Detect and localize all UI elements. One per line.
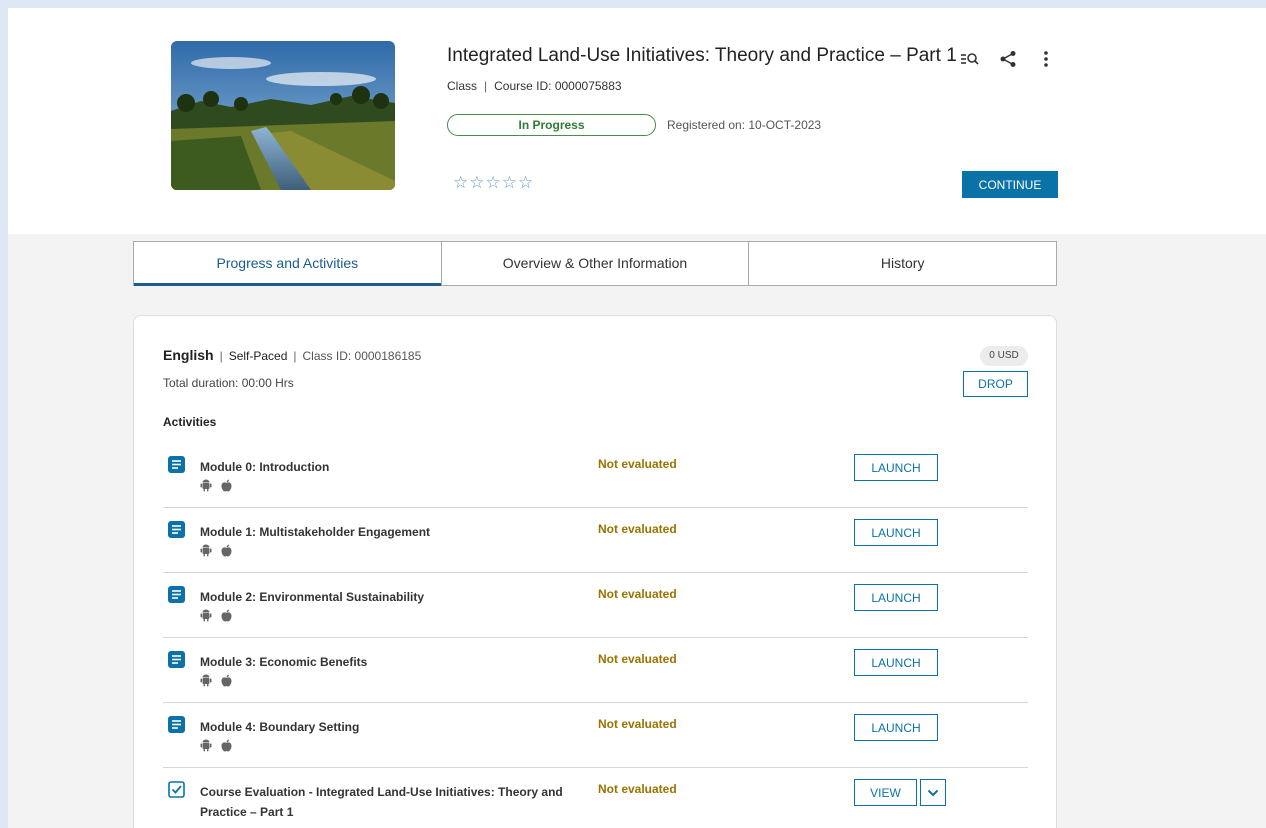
activity-row: Module 3: Economic Benefits Not evaluate… xyxy=(163,638,1028,703)
android-icon xyxy=(200,674,212,687)
activity-name[interactable]: Course Evaluation - Integrated Land-Use … xyxy=(200,782,580,822)
continue-button[interactable]: CONTINUE xyxy=(962,171,1058,198)
activity-name[interactable]: Module 3: Economic Benefits xyxy=(200,652,580,672)
header-actions xyxy=(958,48,1058,70)
platform-icons xyxy=(200,479,232,492)
launch-button[interactable]: LAUNCH xyxy=(854,454,938,481)
course-thumbnail xyxy=(171,41,395,190)
total-duration: Total duration: 00:00 Hrs xyxy=(163,376,294,390)
platform-icons xyxy=(200,739,232,752)
activity-row: Course Evaluation - Integrated Land-Use … xyxy=(163,768,1028,828)
activity-status: Not evaluated xyxy=(598,457,677,471)
course-title: Integrated Land-Use Initiatives: Theory … xyxy=(447,45,957,66)
android-icon xyxy=(200,544,212,557)
drop-button[interactable]: DROP xyxy=(963,371,1028,397)
star-icon[interactable]: ☆ xyxy=(453,174,468,191)
activity-row: Module 2: Environmental Sustainability N… xyxy=(163,573,1028,638)
view-button[interactable]: VIEW xyxy=(854,779,917,806)
tab-overview[interactable]: Overview & Other Information xyxy=(442,242,750,285)
status-badge: In Progress xyxy=(447,114,656,136)
activity-status: Not evaluated xyxy=(598,717,677,731)
tab-bar: Progress and Activities Overview & Other… xyxy=(133,241,1057,286)
price-badge: 0 USD xyxy=(980,346,1028,366)
separator: | xyxy=(219,349,223,363)
course-type: Class xyxy=(447,79,478,93)
star-icon[interactable]: ☆ xyxy=(486,174,501,191)
separator: | xyxy=(484,79,488,93)
document-icon xyxy=(168,586,185,603)
class-card: English | Self-Paced | Class ID: 0000186185 … xyxy=(133,315,1057,828)
class-pace: Self-Paced xyxy=(228,349,288,363)
rating-stars[interactable]: ☆ ☆ ☆ ☆ ☆ xyxy=(453,174,533,191)
apple-icon xyxy=(221,609,232,622)
star-icon[interactable]: ☆ xyxy=(502,174,517,191)
class-meta: English | Self-Paced | Class ID: 0000186185 xyxy=(163,347,421,363)
activity-row: Module 0: Introduction Not evaluated LAU… xyxy=(163,443,1028,508)
apple-icon xyxy=(221,739,232,752)
app-frame: Integrated Land-Use Initiatives: Theory … xyxy=(8,8,1266,828)
activity-status: Not evaluated xyxy=(598,652,677,666)
activity-name[interactable]: Module 0: Introduction xyxy=(200,457,580,477)
course-subline: Class | Course ID: 0000075883 xyxy=(447,79,622,93)
document-icon xyxy=(168,456,185,473)
activity-name[interactable]: Module 2: Environmental Sustainability xyxy=(200,587,580,607)
launch-button[interactable]: LAUNCH xyxy=(854,584,938,611)
registered-date: Registered on: 10-OCT-2023 xyxy=(667,118,822,132)
class-language: English xyxy=(163,347,214,363)
apple-icon xyxy=(221,479,232,492)
platform-icons xyxy=(200,609,232,622)
launch-button[interactable]: LAUNCH xyxy=(854,714,938,741)
checkbox-icon xyxy=(168,781,185,798)
android-icon xyxy=(200,479,212,492)
android-icon xyxy=(200,739,212,752)
separator: | xyxy=(293,349,297,363)
document-icon xyxy=(168,716,185,733)
course-header: Integrated Land-Use Initiatives: Theory … xyxy=(8,8,1266,234)
document-icon xyxy=(168,651,185,668)
course-id: Course ID: 0000075883 xyxy=(494,79,622,93)
platform-icons xyxy=(200,544,232,557)
activity-row: Module 1: Multistakeholder Engagement No… xyxy=(163,508,1028,573)
apple-icon xyxy=(221,674,232,687)
search-list-icon[interactable] xyxy=(958,48,982,70)
activity-row: Module 4: Boundary Setting Not evaluated… xyxy=(163,703,1028,768)
platform-icons xyxy=(200,674,232,687)
apple-icon xyxy=(221,544,232,557)
star-icon[interactable]: ☆ xyxy=(469,174,484,191)
activities-heading: Activities xyxy=(163,415,217,429)
activity-name[interactable]: Module 4: Boundary Setting xyxy=(200,717,580,737)
launch-button[interactable]: LAUNCH xyxy=(854,649,938,676)
view-dropdown-button[interactable] xyxy=(920,779,946,806)
tab-history[interactable]: History xyxy=(749,242,1056,285)
chevron-down-icon xyxy=(927,789,939,796)
activity-status: Not evaluated xyxy=(598,587,677,601)
activity-name[interactable]: Module 1: Multistakeholder Engagement xyxy=(200,522,580,542)
activity-status: Not evaluated xyxy=(598,782,677,796)
document-icon xyxy=(168,521,185,538)
android-icon xyxy=(200,609,212,622)
activities-list: Module 0: Introduction Not evaluated LAU… xyxy=(163,443,1028,828)
activity-status: Not evaluated xyxy=(598,522,677,536)
more-vert-icon[interactable] xyxy=(1034,48,1058,70)
star-icon[interactable]: ☆ xyxy=(518,174,533,191)
launch-button[interactable]: LAUNCH xyxy=(854,519,938,546)
tab-progress-activities[interactable]: Progress and Activities xyxy=(134,242,442,286)
share-icon[interactable] xyxy=(996,48,1020,70)
class-id: Class ID: 0000186185 xyxy=(302,349,422,363)
